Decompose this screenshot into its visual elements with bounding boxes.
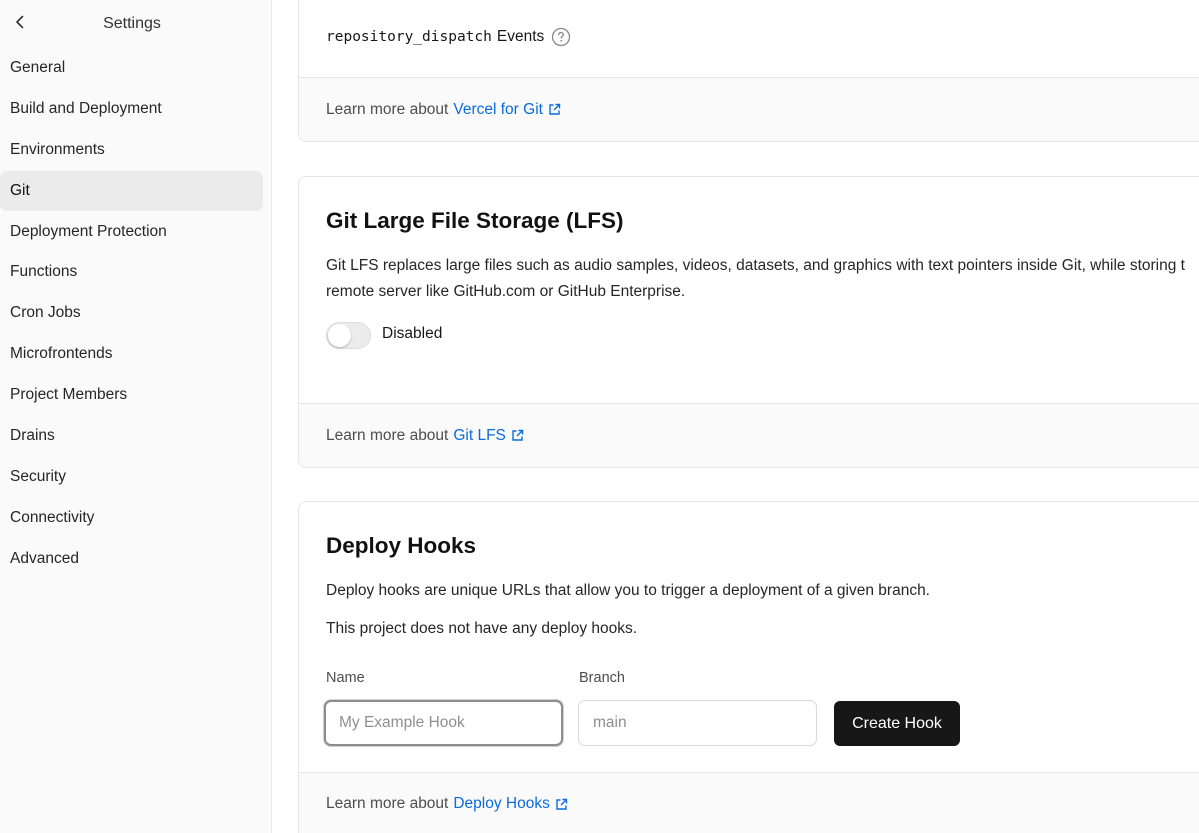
git-lfs-toggle-label: Disabled — [382, 325, 443, 342]
sidebar-item-label: Git — [10, 181, 30, 199]
sidebar-item-build-and-deployment[interactable]: Build and Deployment — [0, 89, 263, 129]
sidebar-title: Settings — [103, 15, 161, 32]
sidebar-item-label: Advanced — [10, 549, 79, 567]
sidebar-item-deployment-protection[interactable]: Deployment Protection — [0, 212, 263, 252]
deploy-hooks-description: Deploy hooks are unique URLs that allow … — [326, 582, 930, 599]
hook-branch-label: Branch — [579, 670, 625, 686]
sidebar-item-label: Connectivity — [10, 508, 95, 526]
sidebar-item-label: Project Members — [10, 386, 128, 404]
sidebar-item-git[interactable]: Git — [0, 170, 263, 211]
toggle-knob — [328, 324, 351, 347]
link-text: Vercel for Git — [453, 100, 543, 118]
deploy-hooks-title: Deploy Hooks — [326, 533, 477, 558]
repository-dispatch-code: repository_dispatch — [326, 29, 492, 45]
sidebar-item-label: Environments — [10, 140, 105, 158]
help-circle-icon[interactable] — [551, 27, 571, 47]
vercel-for-git-link[interactable]: Vercel for Git — [453, 101, 561, 119]
sidebar-item-microfrontends[interactable]: Microfrontends — [0, 334, 263, 374]
sidebar-item-functions[interactable]: Functions — [0, 252, 263, 292]
footer-prefix: Learn more about — [326, 795, 449, 812]
git-lfs-toggle[interactable] — [326, 322, 371, 349]
external-link-icon — [548, 103, 561, 116]
git-lfs-description-line1: Git LFS replaces large files such as aud… — [326, 257, 1185, 274]
footer-prefix: Learn more about — [326, 100, 449, 118]
sidebar-item-cron-jobs[interactable]: Cron Jobs — [0, 293, 263, 333]
settings-nav: General Build and Deployment Environments G… — [0, 48, 272, 580]
sidebar-item-security[interactable]: Security — [0, 457, 263, 497]
sidebar-item-general[interactable]: General — [0, 48, 263, 88]
git-lfs-card: Git Large File Storage (LFS) Git LFS rep… — [298, 176, 1199, 468]
git-lfs-footer: Learn more about Git LFS — [299, 403, 1199, 467]
footer-prefix: Learn more about — [326, 426, 449, 444]
sidebar-item-label: Build and Deployment — [10, 99, 162, 117]
main-content: repository_dispatch Events Learn more ab… — [272, 0, 1199, 833]
link-text: Git LFS — [453, 426, 506, 444]
sidebar-item-environments[interactable]: Environments — [0, 130, 263, 170]
repository-dispatch-row: repository_dispatch Events — [326, 27, 571, 47]
sidebar-item-connectivity[interactable]: Connectivity — [0, 498, 263, 538]
sidebar-item-label: Cron Jobs — [10, 304, 81, 322]
sidebar-item-label: General — [10, 59, 66, 76]
sidebar-item-label: Drains — [10, 427, 55, 445]
deploy-hooks-link[interactable]: Deploy Hooks — [453, 795, 568, 813]
events-label: Events — [496, 28, 545, 45]
sidebar-item-label: Microfrontends — [10, 345, 113, 363]
link-text: Deploy Hooks — [453, 795, 550, 812]
git-lfs-link[interactable]: Git LFS — [453, 427, 524, 445]
repository-dispatch-footer: Learn more about Vercel for Git — [299, 77, 1199, 141]
deploy-hooks-empty-text: This project does not have any deploy ho… — [326, 620, 638, 637]
deploy-hooks-footer: Learn more about Deploy Hooks — [299, 772, 1199, 833]
hook-name-label: Name — [326, 670, 365, 686]
external-link-icon — [511, 429, 524, 442]
deploy-hooks-card: Deploy Hooks Deploy hooks are unique URL… — [298, 501, 1199, 833]
repository-dispatch-card: repository_dispatch Events Learn more ab… — [298, 0, 1199, 142]
git-lfs-description-line2: remote server like GitHub.com or GitHub … — [326, 283, 686, 300]
sidebar-header: Settings — [0, 0, 272, 48]
external-link-icon — [555, 798, 568, 811]
sidebar-item-advanced[interactable]: Advanced — [0, 539, 263, 579]
git-lfs-title: Git Large File Storage (LFS) — [326, 208, 624, 233]
create-hook-button[interactable]: Create Hook — [834, 701, 960, 746]
sidebar-item-project-members[interactable]: Project Members — [0, 375, 263, 415]
hook-branch-input[interactable] — [578, 700, 817, 746]
sidebar-item-label: Security — [10, 467, 66, 485]
sidebar-item-drains[interactable]: Drains — [0, 416, 263, 456]
hook-name-input[interactable] — [324, 700, 563, 746]
sidebar-item-label: Deployment Protection — [10, 222, 167, 240]
settings-sidebar: Settings General Build and Deployment Envi… — [0, 0, 272, 833]
sidebar-item-label: Functions — [10, 263, 78, 281]
